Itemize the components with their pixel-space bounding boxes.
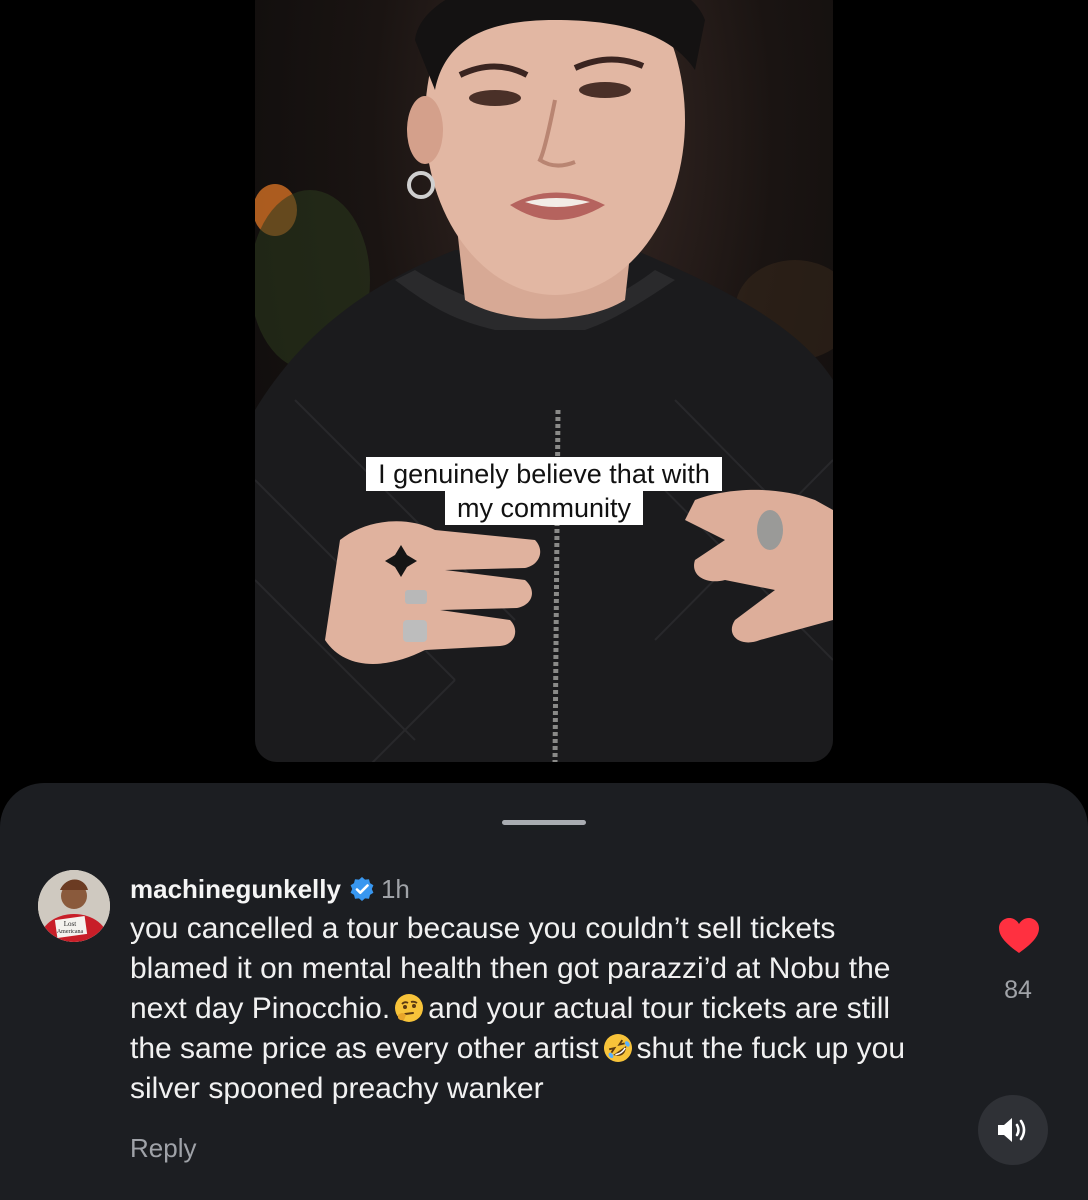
rofl-face-icon — [603, 1033, 633, 1063]
caption-line-2: my community — [444, 491, 644, 525]
like-count: 84 — [1004, 976, 1032, 1004]
reply-button[interactable]: Reply — [130, 1133, 960, 1164]
avatar-text-line-1: Lost — [64, 920, 77, 928]
avatar-image: Lost Americana — [38, 870, 110, 942]
video-caption: I genuinely believe that with my communi… — [255, 457, 833, 525]
sound-toggle-button[interactable] — [978, 1095, 1048, 1165]
sheet-drag-handle[interactable] — [502, 820, 586, 825]
comment-text: you cancelled a tour because you couldn’… — [130, 909, 930, 1109]
video-frame-image — [255, 0, 833, 762]
heart-icon[interactable] — [998, 917, 1040, 955]
comment-username[interactable]: machinegunkelly — [130, 874, 341, 905]
sound-icon — [998, 1118, 1026, 1142]
avatar-text-line-2: Americana — [57, 929, 84, 935]
comments-sheet: Lost Americana machinegunkelly 1h you ca… — [0, 783, 1088, 1200]
thinking-face-icon — [394, 993, 424, 1023]
comment: machinegunkelly 1h you cancelled a tour … — [130, 871, 960, 1164]
avatar[interactable]: Lost Americana — [38, 870, 110, 942]
caption-line-1: I genuinely believe that with — [366, 457, 722, 491]
video-player[interactable]: I genuinely believe that with my communi… — [255, 0, 833, 762]
screen: I genuinely believe that with my communi… — [0, 0, 1088, 1200]
verified-badge-icon — [349, 876, 375, 902]
comment-time: 1h — [380, 873, 410, 904]
comment-meta: machinegunkelly 1h — [130, 871, 960, 907]
